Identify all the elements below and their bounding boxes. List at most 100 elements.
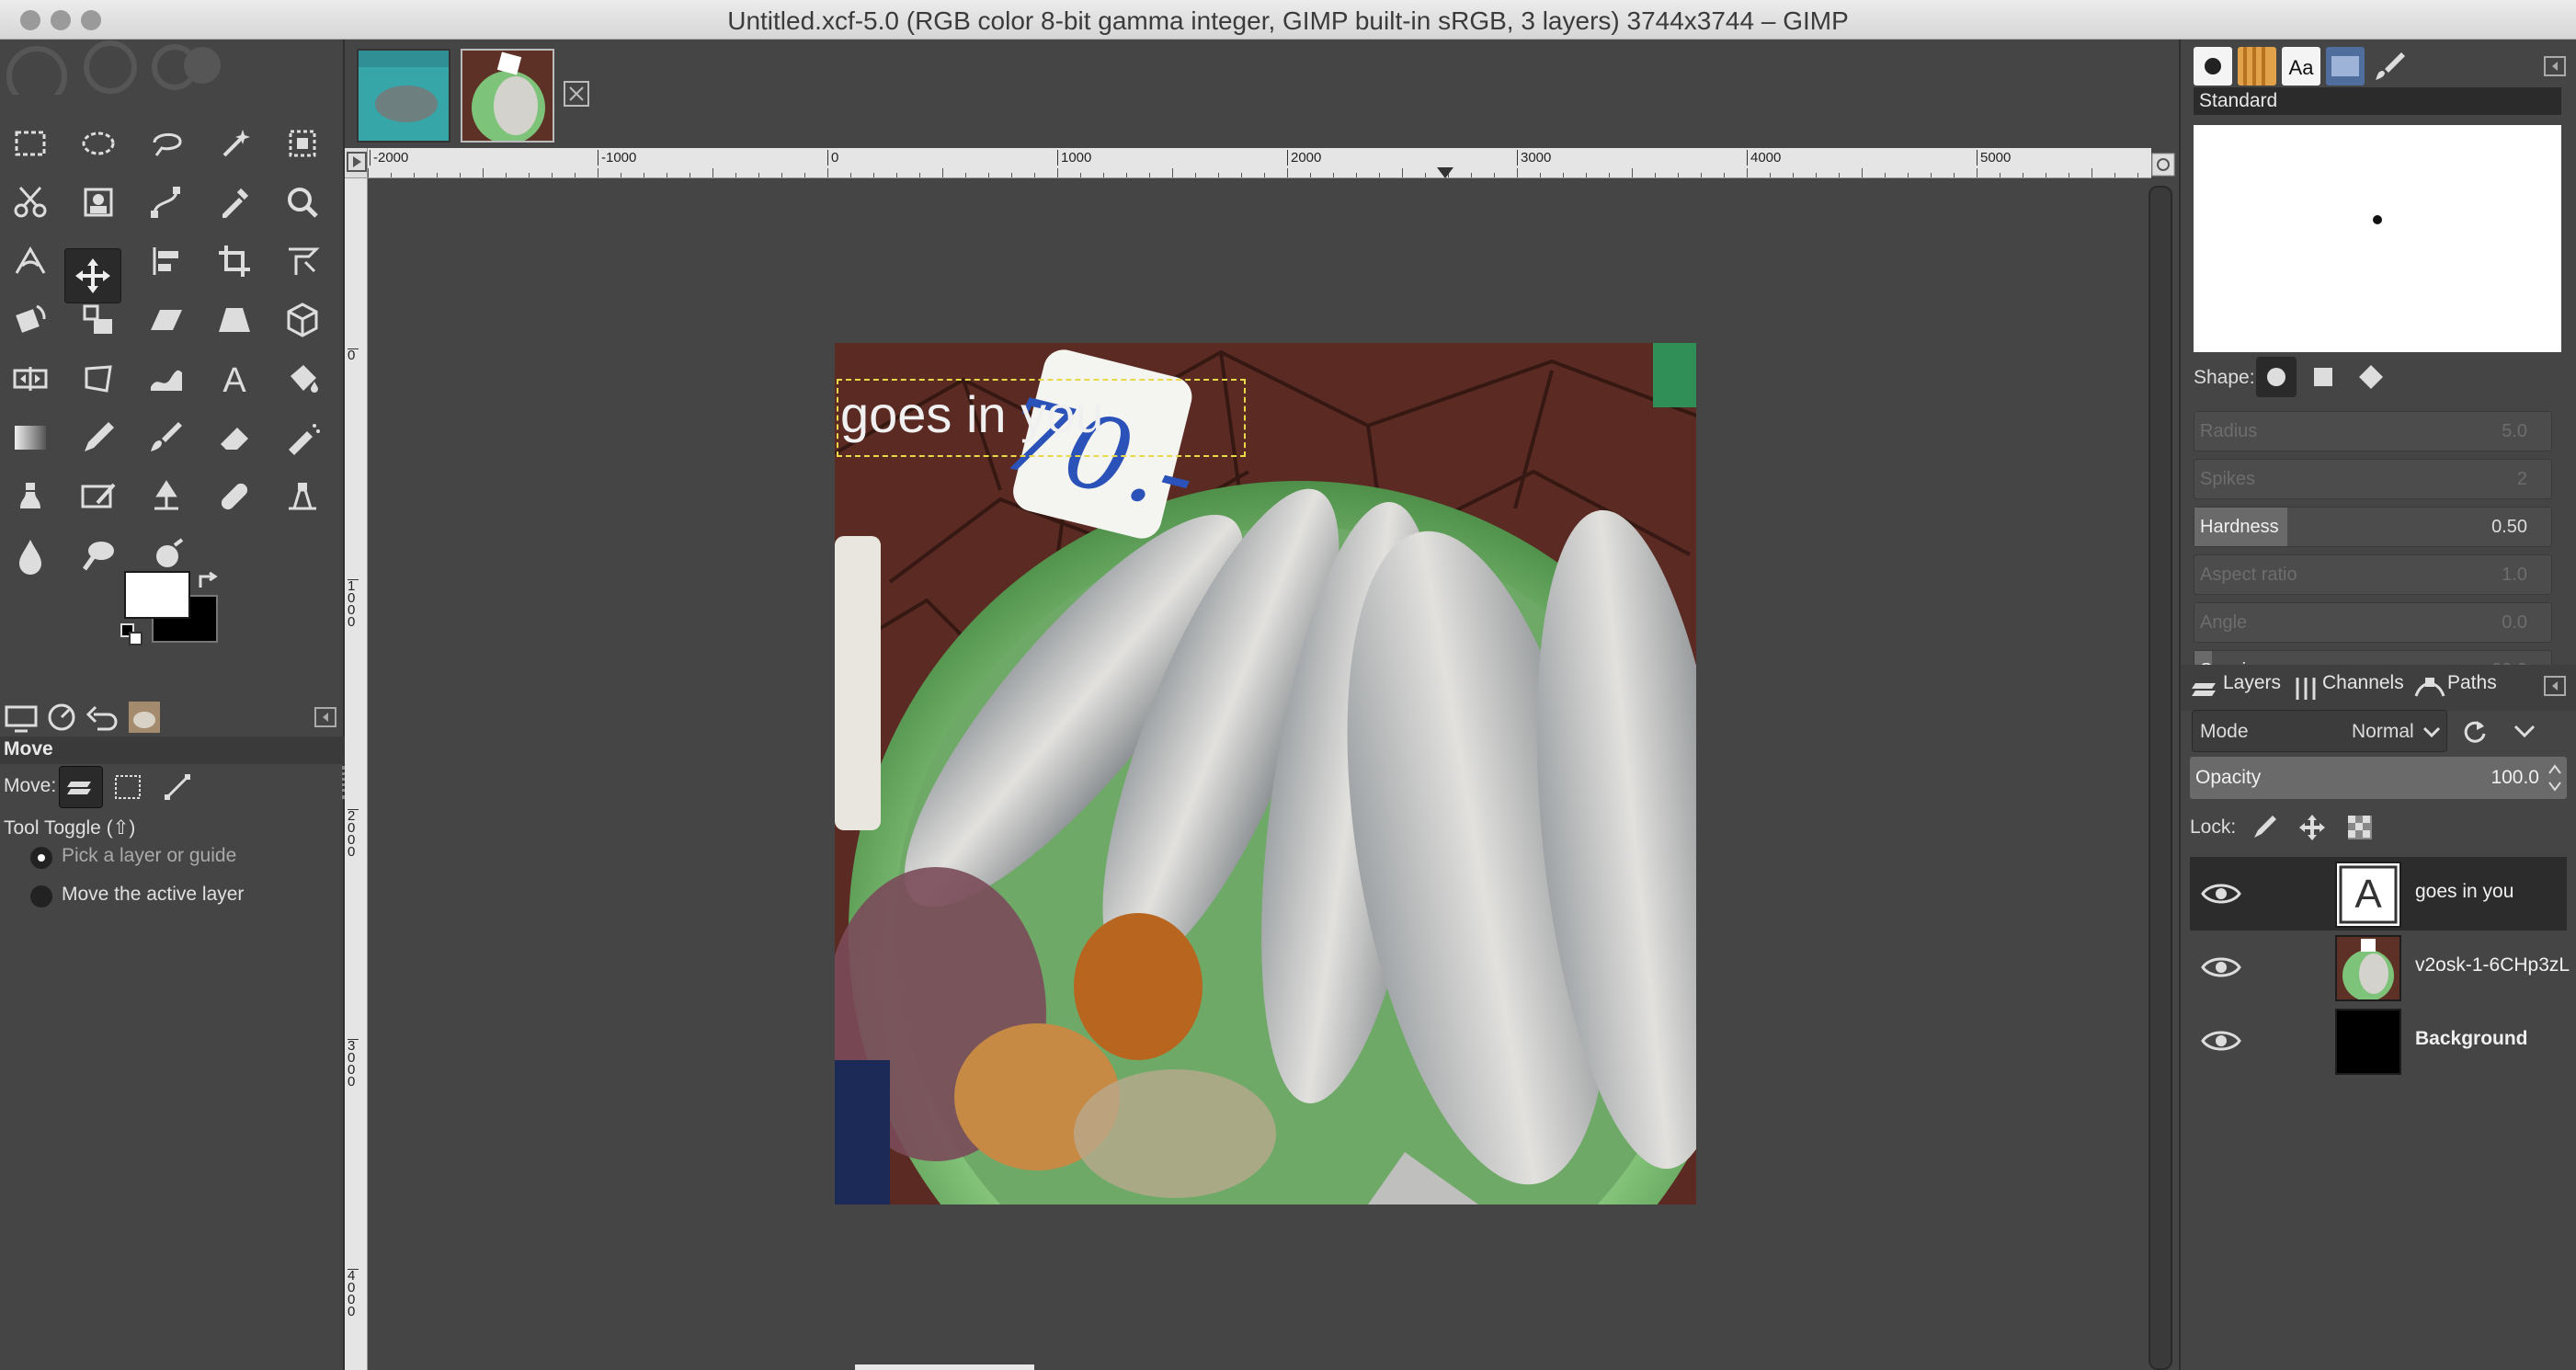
ink-tool-icon[interactable] xyxy=(2,469,59,524)
fuzzy-select-tool-icon[interactable] xyxy=(206,116,263,171)
h-ruler-tick: 2000 xyxy=(1287,150,1321,166)
h-ruler-minor-tick xyxy=(575,173,576,177)
lock-position-icon[interactable] xyxy=(2298,814,2326,841)
shear-tool-icon[interactable] xyxy=(138,292,195,348)
brush-hardness-slider[interactable]: Hardness 0.50 xyxy=(2194,507,2552,547)
warp-transform-tool-icon[interactable] xyxy=(138,351,195,406)
mode-dropdown[interactable]: Mode Normal xyxy=(2192,710,2447,752)
zoom-to-fit-icon[interactable] xyxy=(2151,153,2175,177)
brush-spikes-slider[interactable]: Spikes 2 xyxy=(2194,459,2552,499)
shape-circle-button[interactable] xyxy=(2256,357,2297,397)
undo-history-tab-icon[interactable] xyxy=(85,700,120,735)
foreground-color-swatch[interactable] xyxy=(124,571,190,619)
visibility-eye-icon[interactable] xyxy=(2201,877,2241,910)
device-status-tab-icon[interactable] xyxy=(44,700,79,735)
3d-transform-tool-icon[interactable] xyxy=(274,292,331,348)
pick-layer-radio[interactable] xyxy=(30,847,52,869)
mypaint-brush-tool-icon[interactable] xyxy=(70,469,127,524)
channels-tab[interactable]: Channels xyxy=(2322,672,2404,694)
tool-options-tab-icon[interactable] xyxy=(4,700,39,735)
horizontal-ruler[interactable]: -2000 -1000 0 1000 2000 3000 4000 5000 xyxy=(368,148,2151,178)
airbrush-tool-icon[interactable] xyxy=(274,410,331,465)
smudge-tool-icon[interactable] xyxy=(2,528,59,583)
unified-transform-tool-icon[interactable] xyxy=(274,234,331,289)
brush-radius-slider[interactable]: Radius 5.0 xyxy=(2194,411,2552,451)
selection-mode-icon[interactable] xyxy=(112,773,143,801)
text-layer-bounds[interactable]: goes in you xyxy=(837,379,1246,457)
square-shape-icon[interactable] xyxy=(2306,360,2341,394)
h-ruler-tick: 0 xyxy=(827,150,838,166)
opacity-spinner-icon[interactable] xyxy=(2547,760,2563,795)
pencil-tool-icon[interactable] xyxy=(70,410,127,465)
rect-select-tool-icon[interactable] xyxy=(2,116,59,171)
paths-tab[interactable]: Paths xyxy=(2447,672,2497,694)
free-select-tool-icon[interactable] xyxy=(138,116,195,171)
diamond-shape-icon[interactable] xyxy=(2354,360,2388,394)
bucket-fill-tool-icon[interactable] xyxy=(274,351,331,406)
zoom-tool-icon[interactable] xyxy=(274,175,331,230)
vertical-scrollbar[interactable] xyxy=(2149,186,2172,1370)
visibility-eye-icon[interactable] xyxy=(2201,1024,2241,1057)
path-mode-icon[interactable] xyxy=(162,771,193,803)
heal-tool-icon[interactable] xyxy=(206,469,263,524)
text-tool-icon[interactable]: A xyxy=(206,351,263,406)
ellipse-select-tool-icon[interactable] xyxy=(70,116,127,171)
scissors-select-tool-icon[interactable] xyxy=(2,175,59,230)
lock-pixels-icon[interactable] xyxy=(2251,814,2278,841)
brush-preview[interactable] xyxy=(2194,125,2561,352)
layer-row[interactable]: Agoes in you xyxy=(2190,857,2567,930)
swap-colors-icon[interactable] xyxy=(197,569,222,591)
opacity-label: Opacity xyxy=(2195,767,2262,788)
document-history-tab[interactable] xyxy=(2326,47,2365,86)
horizontal-scrollbar[interactable] xyxy=(855,1364,1034,1370)
opacity-slider[interactable]: Opacity 100.0 xyxy=(2190,757,2567,799)
flip-tool-icon[interactable] xyxy=(2,351,59,406)
paths-tool-icon[interactable] xyxy=(138,175,195,230)
patterns-tab[interactable] xyxy=(2238,47,2276,86)
layers-configure-icon[interactable] xyxy=(2544,676,2566,696)
fonts-tab[interactable]: Aa xyxy=(2282,47,2320,86)
v-ruler-tick: 4000 xyxy=(348,1269,359,1319)
move-active-layer-radio[interactable] xyxy=(30,885,52,908)
cage-transform-tool-icon[interactable] xyxy=(70,351,127,406)
dock-configure-icon[interactable] xyxy=(2544,56,2566,76)
brush-aspect-ratio-slider[interactable]: Aspect ratio 1.0 xyxy=(2194,554,2552,595)
image-canvas[interactable]: 70.- xyxy=(835,343,1696,1204)
foreground-select-tool-icon[interactable] xyxy=(70,175,127,230)
brushes-tab[interactable] xyxy=(2194,47,2232,86)
layer-row[interactable]: Background xyxy=(2190,1004,2567,1078)
lock-alpha-icon[interactable] xyxy=(2346,814,2374,841)
ruler-corner[interactable] xyxy=(345,148,368,178)
paint-dynamics-tab[interactable] xyxy=(2370,47,2409,86)
select-by-color-tool-icon[interactable] xyxy=(274,116,331,171)
measure-tool-icon[interactable] xyxy=(2,234,59,289)
align-tool-icon[interactable] xyxy=(138,234,195,289)
crop-tool-icon[interactable] xyxy=(206,234,263,289)
mode-more-chevron-icon[interactable] xyxy=(2513,723,2536,739)
brush-angle-slider[interactable]: Angle 0.0 xyxy=(2194,602,2552,643)
visibility-eye-icon[interactable] xyxy=(2201,951,2241,984)
images-tab-icon[interactable] xyxy=(127,700,162,735)
move-layer-mode-button[interactable] xyxy=(59,766,103,808)
configure-tab-icon[interactable] xyxy=(314,707,336,727)
eraser-tool-icon[interactable] xyxy=(206,410,263,465)
paintbrush-tool-icon[interactable] xyxy=(138,410,195,465)
perspective-clone-tool-icon[interactable] xyxy=(274,469,331,524)
default-colors-icon[interactable] xyxy=(120,622,143,646)
scale-tool-icon[interactable] xyxy=(70,292,127,348)
perspective-tool-icon[interactable] xyxy=(206,292,263,348)
rotate-tool-icon[interactable] xyxy=(2,292,59,348)
dodge-burn-tool-icon[interactable] xyxy=(70,528,127,583)
vertical-ruler[interactable]: 0 1000 2000 3000 4000 xyxy=(345,178,368,1370)
image-tab-2[interactable] xyxy=(461,49,554,143)
clone-tool-icon[interactable] xyxy=(138,469,195,524)
quick-mask-toggle-icon[interactable] xyxy=(347,152,367,172)
reset-mode-icon[interactable] xyxy=(2460,717,2490,745)
layers-tab[interactable]: Layers xyxy=(2223,672,2281,694)
close-tab-icon[interactable] xyxy=(563,80,590,108)
image-tab-1[interactable] xyxy=(357,49,450,143)
h-ruler-minor-tick xyxy=(1034,173,1035,177)
layer-row[interactable]: v2osk-1-6CHp3zL xyxy=(2190,930,2570,1004)
gradient-tool-icon[interactable] xyxy=(2,410,59,465)
color-picker-tool-icon[interactable] xyxy=(206,175,263,230)
